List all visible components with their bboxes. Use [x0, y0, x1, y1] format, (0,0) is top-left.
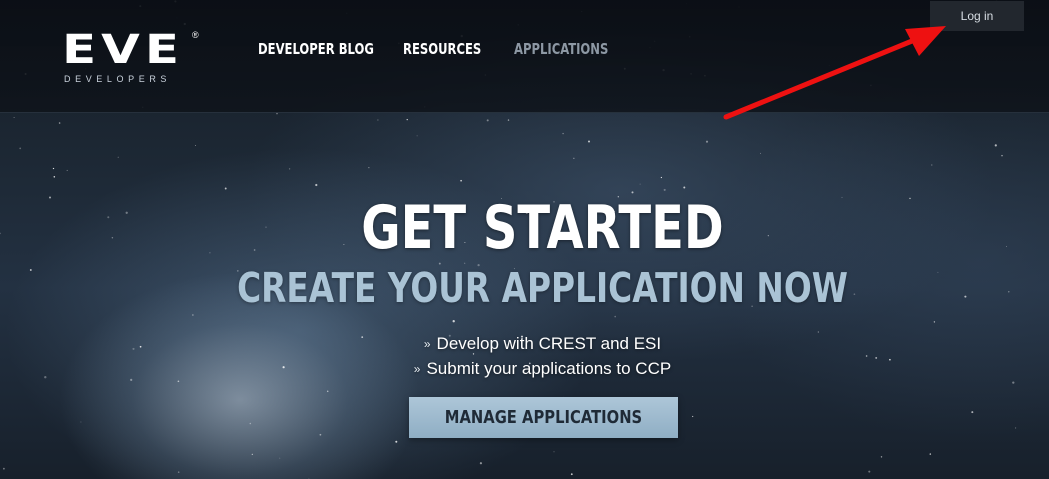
chevron-right-icon: » [423, 337, 431, 351]
star [971, 411, 974, 414]
nav-developer-blog[interactable]: DEVELOPER BLOG [258, 39, 374, 59]
star [52, 167, 55, 170]
star [929, 453, 932, 455]
star [614, 315, 616, 318]
star [0, 232, 1, 235]
feature-bullet-text: Submit your applications to CCP [426, 359, 672, 378]
star [994, 144, 997, 147]
star [177, 471, 180, 473]
star [326, 390, 329, 393]
hero-title: GET STARTED [361, 193, 724, 263]
star [479, 462, 483, 465]
login-button[interactable]: Log in [930, 1, 1024, 31]
star [868, 470, 871, 473]
star [3, 467, 5, 470]
star [117, 156, 119, 158]
star [13, 117, 15, 118]
feature-bullet: » Develop with CREST and ESI [0, 333, 1049, 356]
star [660, 176, 663, 179]
feature-bullet: » Submit your applications to CCP [0, 358, 1049, 381]
star [486, 119, 489, 122]
star [53, 176, 56, 178]
star [507, 119, 510, 121]
star [573, 157, 575, 159]
star [368, 167, 370, 169]
star [1012, 381, 1015, 384]
star [692, 415, 694, 418]
nav-applications[interactable]: APPLICATIONS [514, 39, 608, 59]
logo-subtitle: DEVELOPERS [64, 74, 172, 84]
feature-bullet-text: Develop with CREST and ESI [436, 334, 662, 353]
star [395, 440, 398, 443]
star [279, 457, 281, 459]
star [880, 456, 883, 458]
star [19, 147, 22, 150]
chevron-right-icon: » [413, 362, 421, 376]
star [705, 140, 709, 143]
star [80, 421, 82, 423]
nav-resources[interactable]: RESOURCES [403, 39, 481, 59]
star [377, 119, 379, 121]
star [49, 196, 51, 199]
hero-subtitle: CREATE YOUR APPLICATION NOW [237, 264, 848, 312]
manage-applications-label: MANAGE APPLICATIONS [444, 407, 643, 428]
star [933, 321, 936, 323]
star [288, 168, 291, 170]
logo-wordmark: EVE [62, 27, 185, 73]
star [639, 183, 641, 185]
star [1001, 154, 1003, 157]
star [315, 183, 318, 187]
star [587, 140, 591, 143]
registered-mark: ® [192, 30, 199, 40]
star [192, 314, 194, 316]
star [1015, 427, 1017, 429]
star [759, 152, 761, 154]
star [683, 186, 686, 189]
star [66, 169, 68, 171]
star [460, 179, 462, 182]
star [553, 451, 555, 453]
star [570, 473, 573, 476]
star [224, 187, 227, 190]
star [663, 188, 666, 191]
star [452, 320, 455, 323]
star [562, 132, 564, 135]
star [58, 122, 61, 124]
eve-developers-logo[interactable]: EVE ® DEVELOPERS [62, 30, 202, 86]
star [406, 118, 408, 121]
star [416, 135, 418, 137]
star [195, 145, 196, 147]
top-navigation-bar: EVE ® DEVELOPERS DEVELOPER BLOG RESOURCE… [0, 0, 1049, 113]
star [249, 422, 252, 425]
star [1006, 245, 1007, 247]
star [319, 433, 322, 436]
manage-applications-button[interactable]: MANAGE APPLICATIONS [409, 397, 678, 438]
star [931, 164, 933, 166]
star [251, 453, 253, 455]
